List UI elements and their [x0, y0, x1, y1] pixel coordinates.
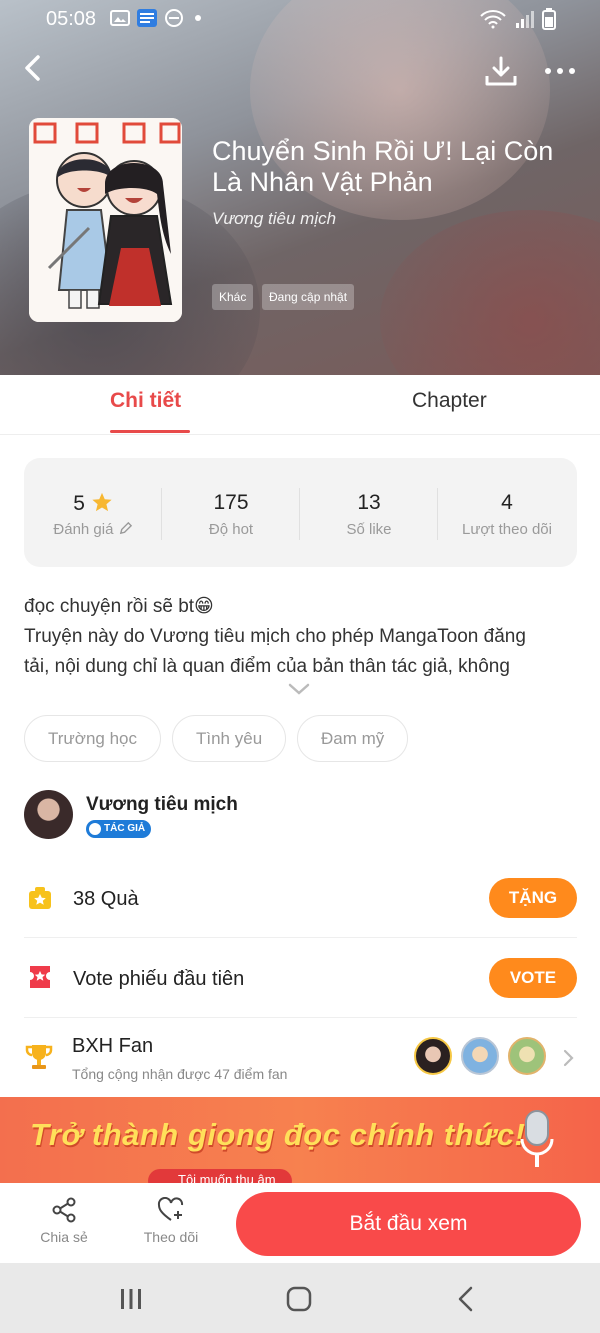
stat-likes-value: 13 [357, 491, 381, 514]
status-badge: Đang cập nhật [262, 284, 355, 310]
description[interactable]: đọc chuyện rồi sẽ bt😁 Truyện này do Vươn… [24, 592, 580, 682]
stat-rating-label: Đánh giá [53, 521, 114, 538]
tab-active-indicator [110, 430, 190, 433]
category-badge[interactable]: Khác [212, 284, 254, 310]
status-time: 05:08 [46, 8, 97, 30]
share-button[interactable]: Chia sẻ [24, 1191, 104, 1245]
stat-hot-value: 175 [213, 491, 249, 514]
battery-icon [542, 8, 556, 30]
dnd-icon [165, 9, 183, 27]
promo-banner[interactable]: Trở thành giọng đọc chính thức! Tôi muốn… [0, 1097, 600, 1187]
recent-apps-icon[interactable] [116, 1285, 146, 1313]
genre-tag[interactable]: Tình yêu [172, 715, 287, 762]
description-line: tải, nội dung chỉ là quan điểm của bản t… [24, 656, 510, 677]
fan-ranking-subtitle: Tổng cộng nhận được 47 điểm fan [72, 1066, 288, 1082]
banner-headline: Trở thành giọng đọc chính thức! [30, 1117, 526, 1152]
fan-avatar[interactable] [414, 1037, 452, 1075]
author-badge-label: TÁC GIẢ [104, 823, 146, 834]
vote-button[interactable]: VOTE [489, 958, 577, 998]
heart-plus-icon [157, 1197, 184, 1221]
stat-hot-label: Độ hot [208, 521, 254, 538]
description-line: đọc chuyện rồi sẽ bt😁 [24, 596, 214, 617]
description-line: Truyện này do Vương tiêu mịch cho phép M… [24, 626, 526, 647]
notification-dot-icon [195, 15, 201, 21]
trophy-icon [25, 1045, 53, 1069]
fan-ranking-title[interactable]: BXH Fan [72, 1035, 153, 1058]
fan-avatar[interactable] [508, 1037, 546, 1075]
stat-likes-label: Số like [346, 521, 392, 538]
back-nav-icon[interactable] [452, 1285, 482, 1313]
gift-count: 38 Quà [73, 888, 139, 910]
expand-chevron-icon[interactable] [287, 681, 311, 697]
comic-title: Chuyển Sinh Rồi Ư! Lại Còn Là Nhân Vật P… [212, 136, 554, 197]
stat-rating[interactable]: 5 Đánh giá [24, 458, 162, 567]
stat-hot: 175 Độ hot [162, 458, 300, 567]
share-icon [52, 1197, 76, 1223]
ticket-icon [30, 966, 50, 988]
genre-tag[interactable]: Trường học [24, 715, 161, 762]
microphone-icon [520, 1110, 554, 1167]
gallery-icon [110, 10, 130, 26]
fan-avatar[interactable] [461, 1037, 499, 1075]
author-badge: TÁC GIẢ [86, 820, 152, 838]
wifi-icon [480, 10, 506, 29]
author-avatar[interactable] [24, 790, 73, 839]
genre-tag[interactable]: Đam mỹ [297, 715, 409, 762]
tab-chapter[interactable]: Chapter [412, 389, 487, 413]
download-button[interactable] [484, 54, 518, 88]
stats-panel: 5 Đánh giá 175 Độ hot 13 Số like 4 Lượt … [24, 458, 577, 567]
follow-label: Theo dõi [143, 1229, 199, 1245]
pen-icon [89, 823, 101, 835]
cover-image [29, 118, 182, 322]
author-name[interactable]: Vương tiêu mịch [86, 794, 238, 816]
vote-label: Vote phiếu đầu tiên [73, 968, 245, 990]
tab-details[interactable]: Chi tiết [110, 389, 181, 413]
chevron-right-icon[interactable] [562, 1048, 576, 1068]
stat-rating-value: 5 [73, 492, 85, 515]
home-icon[interactable] [284, 1285, 314, 1313]
system-nav-bar [0, 1263, 600, 1333]
gift-icon [29, 887, 51, 909]
hero-header: 05:08 Chuyển Sinh Rồi Ư! Lại Còn Là Nhân… [0, 0, 600, 375]
star-icon [92, 492, 112, 512]
stat-followers: 4 Lượt theo dõi [438, 458, 576, 567]
status-bar: 05:08 [0, 0, 600, 38]
stat-followers-value: 4 [501, 491, 513, 514]
tab-bar: Chi tiết Chapter [0, 375, 600, 435]
signal-icon [516, 11, 534, 28]
more-options-button[interactable] [542, 60, 578, 82]
comic-author[interactable]: Vương tiêu mịch [212, 209, 336, 229]
stat-likes: 13 Số like [300, 458, 438, 567]
edit-icon [119, 521, 132, 535]
share-label: Chia sẻ [40, 1229, 88, 1245]
follow-button[interactable]: Theo dõi [131, 1191, 211, 1245]
stat-followers-label: Lượt theo dõi [462, 521, 552, 538]
start-reading-button[interactable]: Bắt đầu xem [236, 1192, 581, 1256]
action-bar: Chia sẻ Theo dõi Bắt đầu xem [0, 1183, 600, 1263]
word-app-icon [137, 9, 157, 27]
gift-button[interactable]: TẶNG [489, 878, 577, 918]
back-button[interactable] [18, 52, 50, 84]
